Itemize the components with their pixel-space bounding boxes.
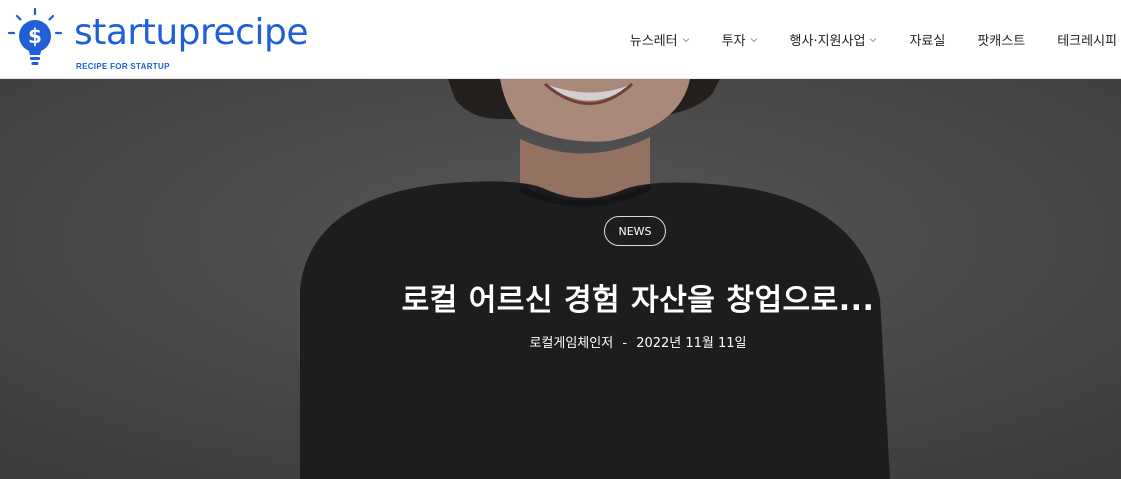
nav-item-label: 자료실: [909, 34, 946, 49]
nav-item-events[interactable]: 행사·지원사업: [774, 0, 894, 79]
article-meta: 로컬게임체인저 - 2022년 11월 11일: [0, 332, 1121, 351]
logo-wordmark: startuprecipe: [74, 12, 308, 53]
nav-item-label: 팟캐스트: [977, 34, 1026, 49]
logo-tagline: RECIPE FOR STARTUP: [76, 62, 170, 71]
chevron-down-icon: [682, 37, 689, 42]
nav-item-label: 행사·지원사업: [789, 34, 866, 49]
nav-item-label: 테크레시피: [1057, 34, 1117, 49]
publish-date: 2022년 11월 11일: [636, 336, 747, 351]
lightbulb-dollar-icon: $: [7, 7, 63, 65]
svg-text:$: $: [28, 24, 42, 48]
category-badge[interactable]: NEWS: [604, 216, 666, 246]
nav-item-label: 뉴스레터: [629, 34, 678, 49]
site-header: $ startuprecipe RECIPE FOR STARTUP 뉴스레터 …: [0, 0, 1121, 79]
article-hero: NEWS 로컬 어르신 경험 자산을 창업으로... 로컬게임체인저 - 202…: [0, 79, 1121, 479]
chevron-down-icon: [750, 37, 757, 42]
nav-item-resources[interactable]: 자료실: [893, 0, 961, 79]
site-logo[interactable]: $ startuprecipe RECIPE FOR STARTUP: [4, 6, 334, 74]
author-link[interactable]: 로컬게임체인저: [529, 336, 613, 351]
nav-item-newsletter[interactable]: 뉴스레터: [614, 0, 706, 79]
chevron-down-icon: [870, 37, 877, 42]
article-title: 로컬 어르신 경험 자산을 창업으로...: [401, 283, 875, 318]
nav-item-techrecipe[interactable]: 테크레시피: [1041, 0, 1121, 79]
nav-item-investment[interactable]: 투자: [706, 0, 774, 79]
nav-item-podcast[interactable]: 팟캐스트: [961, 0, 1041, 79]
meta-separator: -: [622, 336, 628, 351]
main-nav: 뉴스레터 투자 행사·지원사업 자료실 팟캐스트 테크레시피: [614, 0, 1121, 79]
nav-item-label: 투자: [721, 34, 746, 49]
